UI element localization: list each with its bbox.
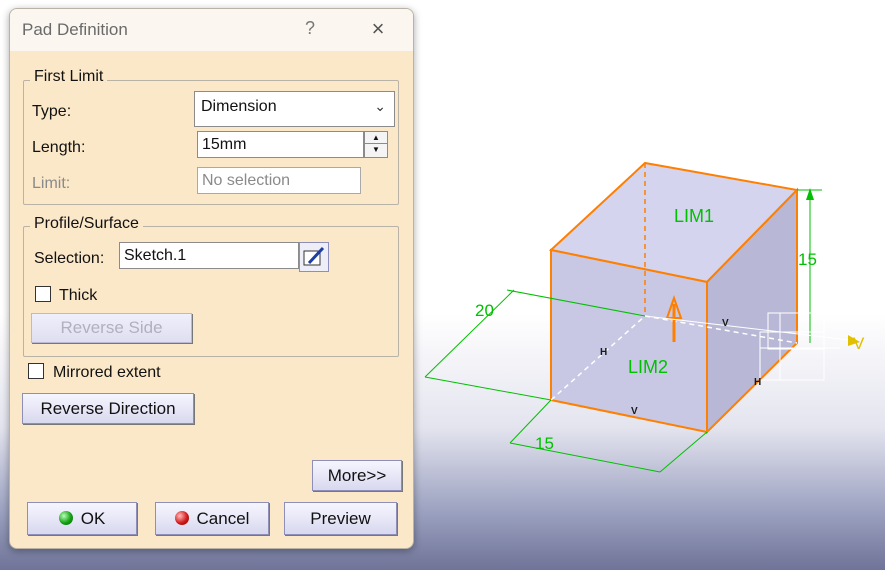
close-icon[interactable]: × bbox=[364, 18, 392, 44]
dimension-label-height[interactable]: 15 bbox=[798, 250, 817, 269]
dialog-title: Pad Definition bbox=[22, 20, 128, 39]
face-label-lim2: LIM2 bbox=[628, 357, 668, 377]
dimension-line bbox=[509, 442, 661, 473]
constraint-mark: V bbox=[722, 318, 729, 329]
reverse-direction-button[interactable]: Reverse Direction bbox=[22, 393, 194, 424]
help-button[interactable]: ? bbox=[298, 18, 322, 42]
dimension-line bbox=[424, 289, 515, 378]
spin-down-icon[interactable]: ▼ bbox=[365, 144, 387, 155]
mirrored-extent-label: Mirrored extent bbox=[53, 364, 161, 381]
selection-label: Selection: bbox=[34, 250, 105, 267]
thick-checkbox[interactable] bbox=[35, 286, 51, 302]
type-dropdown-value: Dimension bbox=[201, 98, 277, 115]
cancel-button[interactable]: Cancel bbox=[155, 502, 269, 535]
reverse-side-button: Reverse Side bbox=[31, 313, 192, 343]
type-label: Type: bbox=[32, 103, 72, 120]
selection-input[interactable]: Sketch.1 bbox=[119, 242, 299, 269]
spin-up-icon[interactable]: ▲ bbox=[365, 132, 387, 144]
cancel-label: Cancel bbox=[196, 509, 250, 528]
ok-label: OK bbox=[80, 509, 106, 528]
preview-button[interactable]: Preview bbox=[284, 502, 397, 535]
dimension-label-depth[interactable]: 20 bbox=[475, 301, 494, 320]
dimension-label-width[interactable]: 15 bbox=[535, 434, 554, 453]
limit-input: No selection bbox=[197, 167, 361, 194]
edit-sketch-icon[interactable] bbox=[299, 242, 329, 272]
more-button[interactable]: More>> bbox=[312, 460, 402, 491]
thick-label: Thick bbox=[59, 287, 98, 304]
length-label: Length: bbox=[32, 139, 86, 156]
dialog-titlebar[interactable]: Pad Definition ? × bbox=[10, 9, 413, 51]
type-dropdown[interactable]: Dimension ⌄ bbox=[194, 91, 395, 127]
length-stepper[interactable]: ▲ ▼ bbox=[364, 131, 388, 158]
constraint-mark: V bbox=[631, 406, 638, 417]
face-label-lim1: LIM1 bbox=[674, 206, 714, 226]
pad-definition-dialog: Pad Definition ? × First Limit Type: Dim… bbox=[9, 8, 414, 549]
dimension-line bbox=[424, 376, 552, 401]
first-limit-legend: First Limit bbox=[30, 68, 108, 86]
limit-label: Limit: bbox=[32, 175, 71, 192]
axis-label-v: V bbox=[853, 334, 865, 353]
mirrored-extent-checkbox[interactable] bbox=[28, 363, 44, 379]
ok-button[interactable]: OK bbox=[27, 502, 137, 535]
profile-surface-legend: Profile/Surface bbox=[30, 215, 143, 233]
cube-front-face[interactable] bbox=[550, 248, 708, 434]
ok-status-icon bbox=[58, 511, 73, 525]
dimension-line bbox=[659, 431, 708, 473]
chevron-down-icon[interactable]: ⌄ bbox=[374, 98, 386, 115]
length-input[interactable]: 15mm bbox=[197, 131, 364, 158]
constraint-mark: H bbox=[600, 347, 607, 358]
constraint-mark: H bbox=[754, 377, 761, 388]
cancel-status-icon bbox=[174, 511, 189, 525]
